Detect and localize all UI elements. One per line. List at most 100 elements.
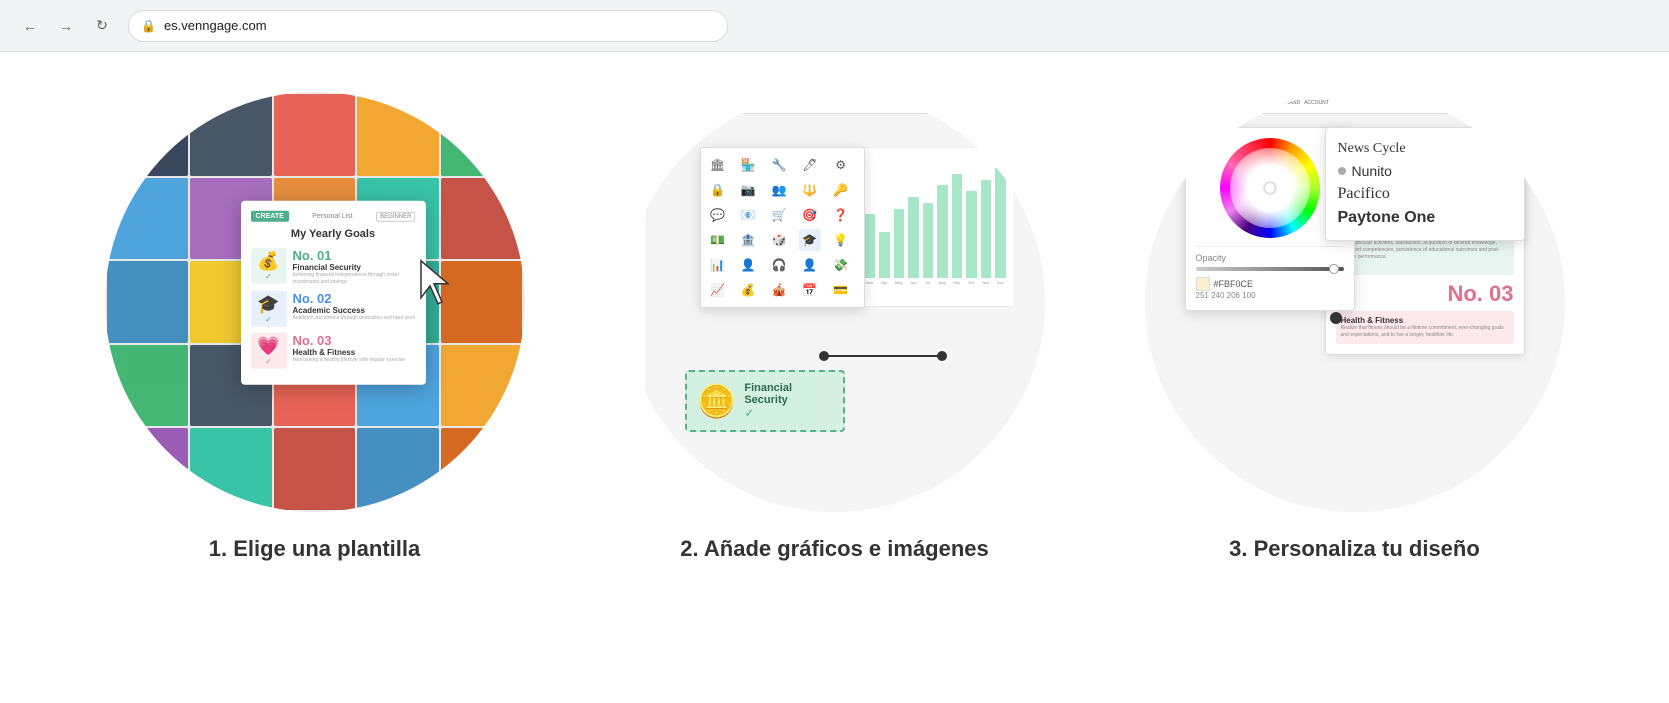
chart-label-Dec: Dec	[995, 280, 1006, 285]
fin-label: Financial Security	[744, 382, 832, 406]
icon-cell-chat[interactable]: 💬	[707, 204, 729, 226]
step3-nav-templates: TEMPLATES	[1167, 100, 1196, 106]
icon-cell-lock[interactable]: 🔒	[707, 179, 729, 201]
icon-cell-grad[interactable]: 🎓	[799, 229, 821, 251]
icon-cell-question[interactable]: ❓	[830, 204, 852, 226]
opacity-slider[interactable]	[1196, 267, 1344, 271]
goal-text-2: No. 02 Academic Success Academic excelle…	[293, 291, 416, 322]
icon-cell-money[interactable]: 💵	[707, 229, 729, 251]
goal-desc-2: Academic excellence through dedication a…	[293, 315, 416, 322]
icon-cell-pen[interactable]: 🖊	[799, 154, 821, 176]
goal-item-3: 💗 ✓ No. 03 Health & Fitness Maintaining …	[251, 333, 416, 369]
icon-cell-circus[interactable]: 🎪	[768, 279, 790, 301]
bar-Dec	[995, 168, 1006, 278]
icon-cell-key[interactable]: 🔑	[830, 179, 852, 201]
icon-cell-person[interactable]: 👤	[737, 254, 759, 276]
color-wheel-dot	[1265, 183, 1275, 193]
icon-cell-headphone[interactable]: 🎧	[768, 254, 790, 276]
rgb-values: 251 240 206 100	[1196, 291, 1344, 300]
icon-cell-money2[interactable]: 💸	[830, 254, 852, 276]
conn-dot-left	[819, 351, 829, 361]
font-item-newscycle[interactable]: News Cycle	[1338, 138, 1512, 160]
step2-inner: VEN TEMPLATES INFOGRAPHICS COMMUNITY	[625, 92, 1045, 512]
goal-check-2: ✓	[265, 315, 272, 324]
health-box: Health & Fitness Realize that fitness sh…	[1336, 311, 1514, 344]
icon-cell-people[interactable]: 👥	[768, 179, 790, 201]
cursor-dot	[1330, 312, 1342, 324]
step1-circle: CREATE Personal List BEGINNER My Yearly …	[105, 92, 525, 512]
icon-cell-target[interactable]: 🎯	[799, 204, 821, 226]
conn-dot-right	[937, 351, 947, 361]
font-item-paytone[interactable]: Paytone One	[1338, 206, 1512, 230]
bar-Nov	[981, 180, 992, 278]
icon-cell-card[interactable]: 💳	[830, 279, 852, 301]
url-text: es.venngage.com	[164, 18, 267, 33]
goal-item-2: 🎓 ✓ No. 02 Academic Success Academic exc…	[251, 291, 416, 327]
bar-Mar	[865, 214, 876, 278]
hex-value: #FBF0CE	[1214, 279, 1254, 289]
bar-Apr	[879, 232, 890, 278]
icon-cell-bulb[interactable]: 💡	[830, 229, 852, 251]
icon-cell-bank[interactable]: 🏛	[707, 154, 729, 176]
chart-label-Jul: Jul	[923, 280, 934, 285]
back-button[interactable]: ←	[16, 12, 44, 40]
icon-cell-gear[interactable]: ⚙	[830, 154, 852, 176]
cursor-arrow	[416, 256, 456, 306]
goal-item-1: 💰 ✓ No. 01 Financial Security Achieving …	[251, 248, 416, 285]
fin-label-container: Financial Security ✓	[744, 382, 832, 420]
health-desc: Realize that fitness should be a lifetim…	[1341, 325, 1509, 339]
icon-cell-trend[interactable]: 📈	[707, 279, 729, 301]
chart-label-Nov: Nov	[981, 280, 992, 285]
goal-icon-health: 💗 ✓	[251, 333, 287, 369]
opacity-thumb	[1329, 264, 1339, 274]
fin-check: ✓	[744, 406, 832, 420]
steps-container: CREATE Personal List BEGINNER My Yearly …	[60, 92, 1609, 562]
step3-logo: VEN	[1151, 100, 1163, 106]
sidebar-dot	[631, 151, 639, 159]
icon-cell-coins[interactable]: 💰	[737, 279, 759, 301]
address-bar[interactable]: 🔒 es.venngage.com	[128, 10, 728, 42]
health-title: Health & Fitness	[1341, 316, 1509, 325]
step2-nav: VEN TEMPLATES INFOGRAPHICS COMMUNITY	[625, 92, 1045, 114]
bar-Jul	[923, 203, 934, 278]
goal-item-03: No. 03 Health & Fitness Realize that fit…	[1336, 281, 1514, 344]
goal-check-3: ✓	[265, 357, 272, 366]
fin-icon: 🪙	[697, 382, 737, 420]
personal-list-label: Personal List	[312, 213, 352, 220]
font-item-nunito[interactable]: Nunito	[1338, 160, 1512, 182]
step-3: VEN TEMPLATES INFOGRAPHIC COMMUNITY MY B…	[1125, 92, 1585, 562]
lock-icon: 🔒	[141, 19, 156, 33]
sidebar-dot	[631, 118, 639, 126]
create-badge: CREATE	[251, 211, 289, 222]
icon-cell-store[interactable]: 🏪	[737, 154, 759, 176]
forward-button[interactable]: →	[52, 12, 80, 40]
opacity-row: Opacity	[1196, 246, 1344, 271]
goal-icon-financial: 💰 ✓	[251, 248, 287, 284]
step2-nav-community: COMMUNITY	[722, 100, 753, 106]
sidebar-dot	[631, 129, 639, 137]
icon-cell-chart[interactable]: 📊	[707, 254, 729, 276]
refresh-button[interactable]: ↻	[88, 12, 116, 40]
chart-label-Apr: Apr	[879, 280, 890, 285]
goal-desc-3: Maintaining a healthy lifestyle with reg…	[293, 357, 416, 364]
icon-cell-person2[interactable]: 👤	[799, 254, 821, 276]
goal-text-3: No. 03 Health & Fitness Maintaining a he…	[293, 333, 416, 364]
chart-label-Aug: Aug	[937, 280, 948, 285]
icon-cell-cart[interactable]: 🛒	[768, 204, 790, 226]
connection-line	[823, 355, 943, 357]
step2-logo: VEN	[631, 100, 643, 106]
step3-nav-mybrand: MY BRAND	[1274, 100, 1300, 106]
chart-label-Mar: Mar	[865, 280, 876, 285]
icon-cell-calendar[interactable]: 📅	[799, 279, 821, 301]
icon-cell-dice[interactable]: 🎲	[768, 229, 790, 251]
icon-cell-email[interactable]: 📧	[737, 204, 759, 226]
icon-cell-tool[interactable]: 🔧	[768, 154, 790, 176]
icon-cell-trident[interactable]: 🔱	[799, 179, 821, 201]
font-item-pacifico[interactable]: Pacifico	[1338, 182, 1512, 206]
sidebar-dot	[631, 140, 639, 148]
icon-cell-bank2[interactable]: 🏦	[737, 229, 759, 251]
icon-cell-camera[interactable]: 📷	[737, 179, 759, 201]
step3-circle: VEN TEMPLATES INFOGRAPHIC COMMUNITY MY B…	[1145, 92, 1565, 512]
bar-Jun	[908, 197, 919, 278]
yearly-goals-card: CREATE Personal List BEGINNER My Yearly …	[241, 201, 426, 385]
